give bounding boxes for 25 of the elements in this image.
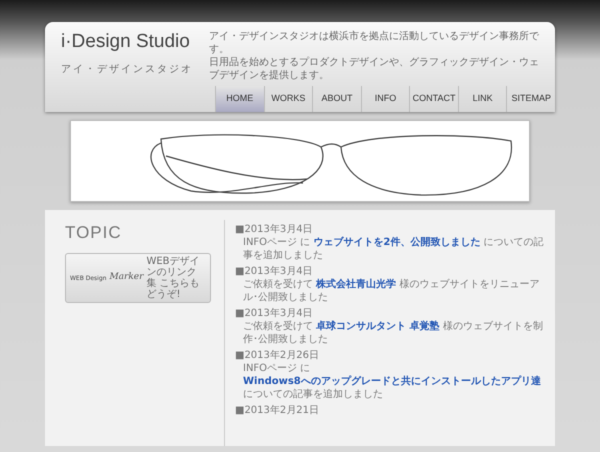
- news-date: ■2013年2月26日: [235, 348, 320, 362]
- news-text: INFOページ に Windows8へのアップグレードと共にインストールしたアプリ達 についての記事を追加しました: [243, 362, 542, 400]
- nav-tab[interactable]: HOME: [215, 86, 264, 112]
- nav-tab[interactable]: CONTACT: [409, 86, 458, 112]
- nav-tab[interactable]: INFO: [360, 86, 410, 112]
- news-text: ご依頼を受けて 卓球コンサルタント 卓覚塾 様のウェブサイトを制作･公開致しました: [243, 320, 544, 346]
- news-link[interactable]: ウェブサイトを2件、公開致しました: [313, 236, 480, 248]
- nav-tab[interactable]: ABOUT: [312, 86, 361, 112]
- news-date: ■2013年2月21日: [235, 404, 320, 416]
- news-link[interactable]: Windows8へのアップグレードと共にインストールしたアプリ達: [243, 376, 541, 386]
- site-logo[interactable]: i·Design Studio: [61, 30, 190, 55]
- nav-tab[interactable]: WORKS: [264, 86, 312, 112]
- header-description: 日用品を始めとするプロダクトデザインや、グラフィックデザイン・ウェブデザインを提供します。: [209, 56, 539, 82]
- header-description: アイ・デザインスタジオは横浜市を拠点に活動しているデザイン事務所です。: [209, 30, 539, 56]
- section-title: TOPIC: [65, 222, 123, 244]
- nav-tab[interactable]: LINK: [458, 86, 506, 112]
- news-link[interactable]: 株式会社青山光学: [316, 278, 396, 290]
- news-text: INFOページ に ウェブサイトを2件、公開致しました についての記事を追加しました: [243, 236, 545, 262]
- news-date: ■2013年3月4日: [235, 222, 314, 236]
- news-date: ■2013年3月4日: [235, 264, 314, 278]
- logo-reading: アイ・デザインスタジオ: [61, 62, 193, 77]
- news-link[interactable]: 卓球コンサルタント 卓覚塾: [316, 320, 440, 332]
- news-date: ■2013年3月4日: [235, 306, 314, 320]
- nav-tab[interactable]: SITEMAP: [506, 86, 556, 112]
- news-text: ご依頼を受けて 株式会社青山光学 様のウェブサイトをリニューアル･公開致しました: [243, 278, 540, 304]
